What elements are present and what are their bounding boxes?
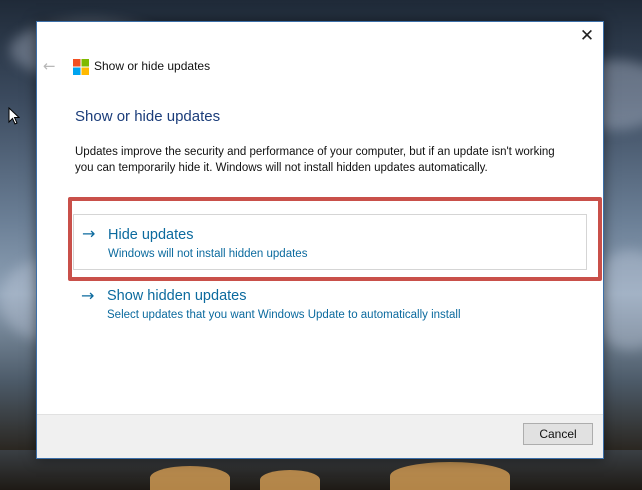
mouse-cursor-icon (8, 107, 20, 125)
option-description: Select updates that you want Windows Upd… (107, 309, 461, 321)
page-description: Updates improve the security and perform… (75, 146, 555, 174)
option-description: Windows will not install hidden updates (108, 248, 308, 260)
close-icon[interactable]: ✕ (573, 23, 601, 49)
page-heading: Show or hide updates (75, 108, 221, 125)
show-hide-updates-dialog: ✕ ← Show or hide updates Show or hide up… (36, 21, 604, 459)
window-title: Show or hide updates (94, 59, 211, 73)
dialog-footer: Cancel (37, 414, 603, 458)
cancel-button[interactable]: Cancel (523, 423, 593, 445)
option-title: Show hidden updates (107, 288, 247, 304)
right-arrow-icon: → (82, 224, 96, 243)
right-arrow-icon: → (81, 286, 95, 305)
windows-logo-icon (73, 59, 89, 75)
back-arrow-icon[interactable]: ← (43, 57, 56, 75)
show-hidden-updates-option[interactable]: → Show hidden updates Select updates tha… (73, 283, 587, 339)
hide-updates-option[interactable]: → Hide updates Windows will not install … (73, 214, 587, 270)
option-title: Hide updates (108, 227, 194, 243)
